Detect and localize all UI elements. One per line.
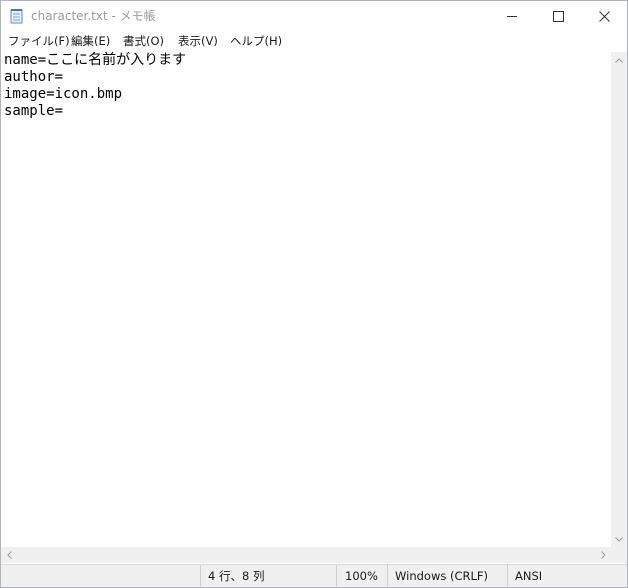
editor-line: name=ここに名前が入ります [4, 52, 187, 68]
status-bar: 4 行、8 列 100% Windows (CRLF) ANSI [1, 564, 627, 587]
editor-line: sample= [4, 103, 64, 119]
maximize-icon [552, 10, 564, 22]
editor-line: author= [4, 69, 64, 85]
notepad-icon[interactable] [10, 8, 24, 24]
status-cursor-position: 4 行、8 列 [208, 569, 265, 583]
status-divider [200, 565, 201, 587]
scroll-down-arrow-icon[interactable] [611, 531, 627, 547]
maximize-button[interactable] [535, 1, 581, 31]
horizontal-scrollbar[interactable] [1, 547, 611, 563]
title-bar[interactable]: character.txt - メモ帳 [1, 1, 627, 31]
close-button[interactable] [581, 1, 627, 31]
status-encoding: ANSI [515, 569, 543, 583]
menu-format[interactable]: 書式(O) [123, 33, 164, 49]
notepad-window: character.txt - メモ帳 ファイル(F) 編集(E) 書式(O) … [0, 0, 628, 588]
menu-bar: ファイル(F) 編集(E) 書式(O) 表示(V) ヘルプ(H) [1, 31, 627, 51]
menu-view[interactable]: 表示(V) [178, 33, 218, 49]
scroll-right-arrow-icon[interactable] [595, 547, 611, 563]
status-divider [387, 565, 388, 587]
text-editor[interactable]: name=ここに名前が入ります author= image=icon.bmp s… [1, 52, 611, 547]
scrollbar-corner [611, 547, 627, 563]
close-icon [598, 10, 610, 22]
scroll-left-arrow-icon[interactable] [1, 547, 17, 563]
window-title: character.txt - メモ帳 [31, 9, 156, 23]
minimize-icon [506, 15, 517, 17]
editor-line: image=icon.bmp [4, 86, 123, 102]
minimize-button[interactable] [489, 1, 535, 31]
status-line-ending: Windows (CRLF) [395, 569, 489, 583]
scroll-up-arrow-icon[interactable] [611, 52, 627, 68]
vertical-scrollbar[interactable] [611, 52, 627, 547]
menu-edit[interactable]: 編集(E) [71, 33, 110, 49]
menu-help[interactable]: ヘルプ(H) [230, 33, 282, 49]
menu-file[interactable]: ファイル(F) [8, 33, 70, 49]
status-divider [507, 565, 508, 587]
status-divider [336, 565, 337, 587]
status-zoom: 100% [345, 569, 378, 583]
